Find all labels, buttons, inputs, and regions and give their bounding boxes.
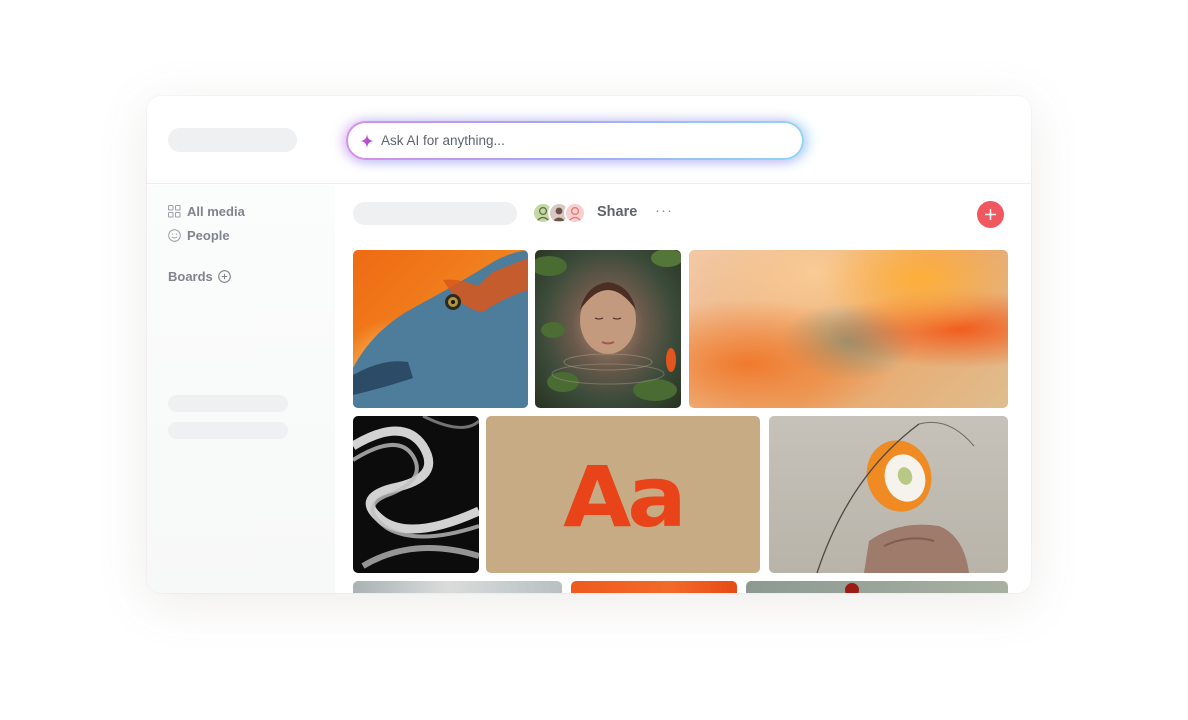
boards-label: Boards <box>168 269 213 284</box>
share-button[interactable]: Share <box>597 204 637 220</box>
ai-search-input[interactable] <box>381 133 761 148</box>
sidebar: All media People Boards <box>147 185 335 593</box>
board-title-placeholder <box>353 202 517 225</box>
grid-icon <box>168 205 181 218</box>
board-placeholder <box>168 395 288 412</box>
add-button[interactable] <box>977 201 1004 228</box>
avatar <box>564 202 586 224</box>
swirl-illustration <box>353 416 479 569</box>
plus-circle-icon[interactable] <box>217 270 231 283</box>
media-tile[interactable] <box>746 581 1008 593</box>
sidebar-item-all-media[interactable]: All media <box>168 204 245 219</box>
media-tile[interactable] <box>353 581 562 593</box>
smiley-icon <box>168 229 181 242</box>
collaborator-avatars[interactable] <box>532 202 588 224</box>
top-bar <box>147 96 1031 184</box>
app-window: All media People Boards <box>147 96 1031 593</box>
ai-search-bar[interactable] <box>346 121 804 160</box>
sidebar-item-label: People <box>187 228 230 243</box>
plus-icon <box>985 209 996 220</box>
media-tile-typography[interactable]: Aa <box>486 416 760 573</box>
face-in-water-illustration <box>535 250 681 401</box>
boards-header: Boards <box>168 269 231 284</box>
sushi-illustration <box>816 421 975 573</box>
media-tile-abstract-blur[interactable] <box>689 250 1008 408</box>
logo-placeholder <box>168 128 297 152</box>
main-content: Share ··· Aa <box>335 185 1031 593</box>
sidebar-item-people[interactable]: People <box>168 228 230 243</box>
red-object-illustration <box>845 583 859 593</box>
media-tile-water-portrait[interactable] <box>535 250 681 408</box>
sidebar-item-label: All media <box>187 204 245 219</box>
person-icon <box>568 206 582 222</box>
media-tile-dog-portrait[interactable] <box>353 250 528 408</box>
media-tile-sushi-still-life[interactable] <box>769 416 1008 573</box>
typography-sample-text: Aa <box>563 447 687 546</box>
board-placeholder <box>168 422 288 439</box>
more-options-button[interactable]: ··· <box>655 202 673 219</box>
sparkle-icon <box>360 133 374 148</box>
media-tile[interactable] <box>571 581 737 593</box>
media-tile-swirl-art[interactable] <box>353 416 479 573</box>
ai-search-container[interactable] <box>348 123 802 158</box>
dog-illustration <box>353 250 528 408</box>
